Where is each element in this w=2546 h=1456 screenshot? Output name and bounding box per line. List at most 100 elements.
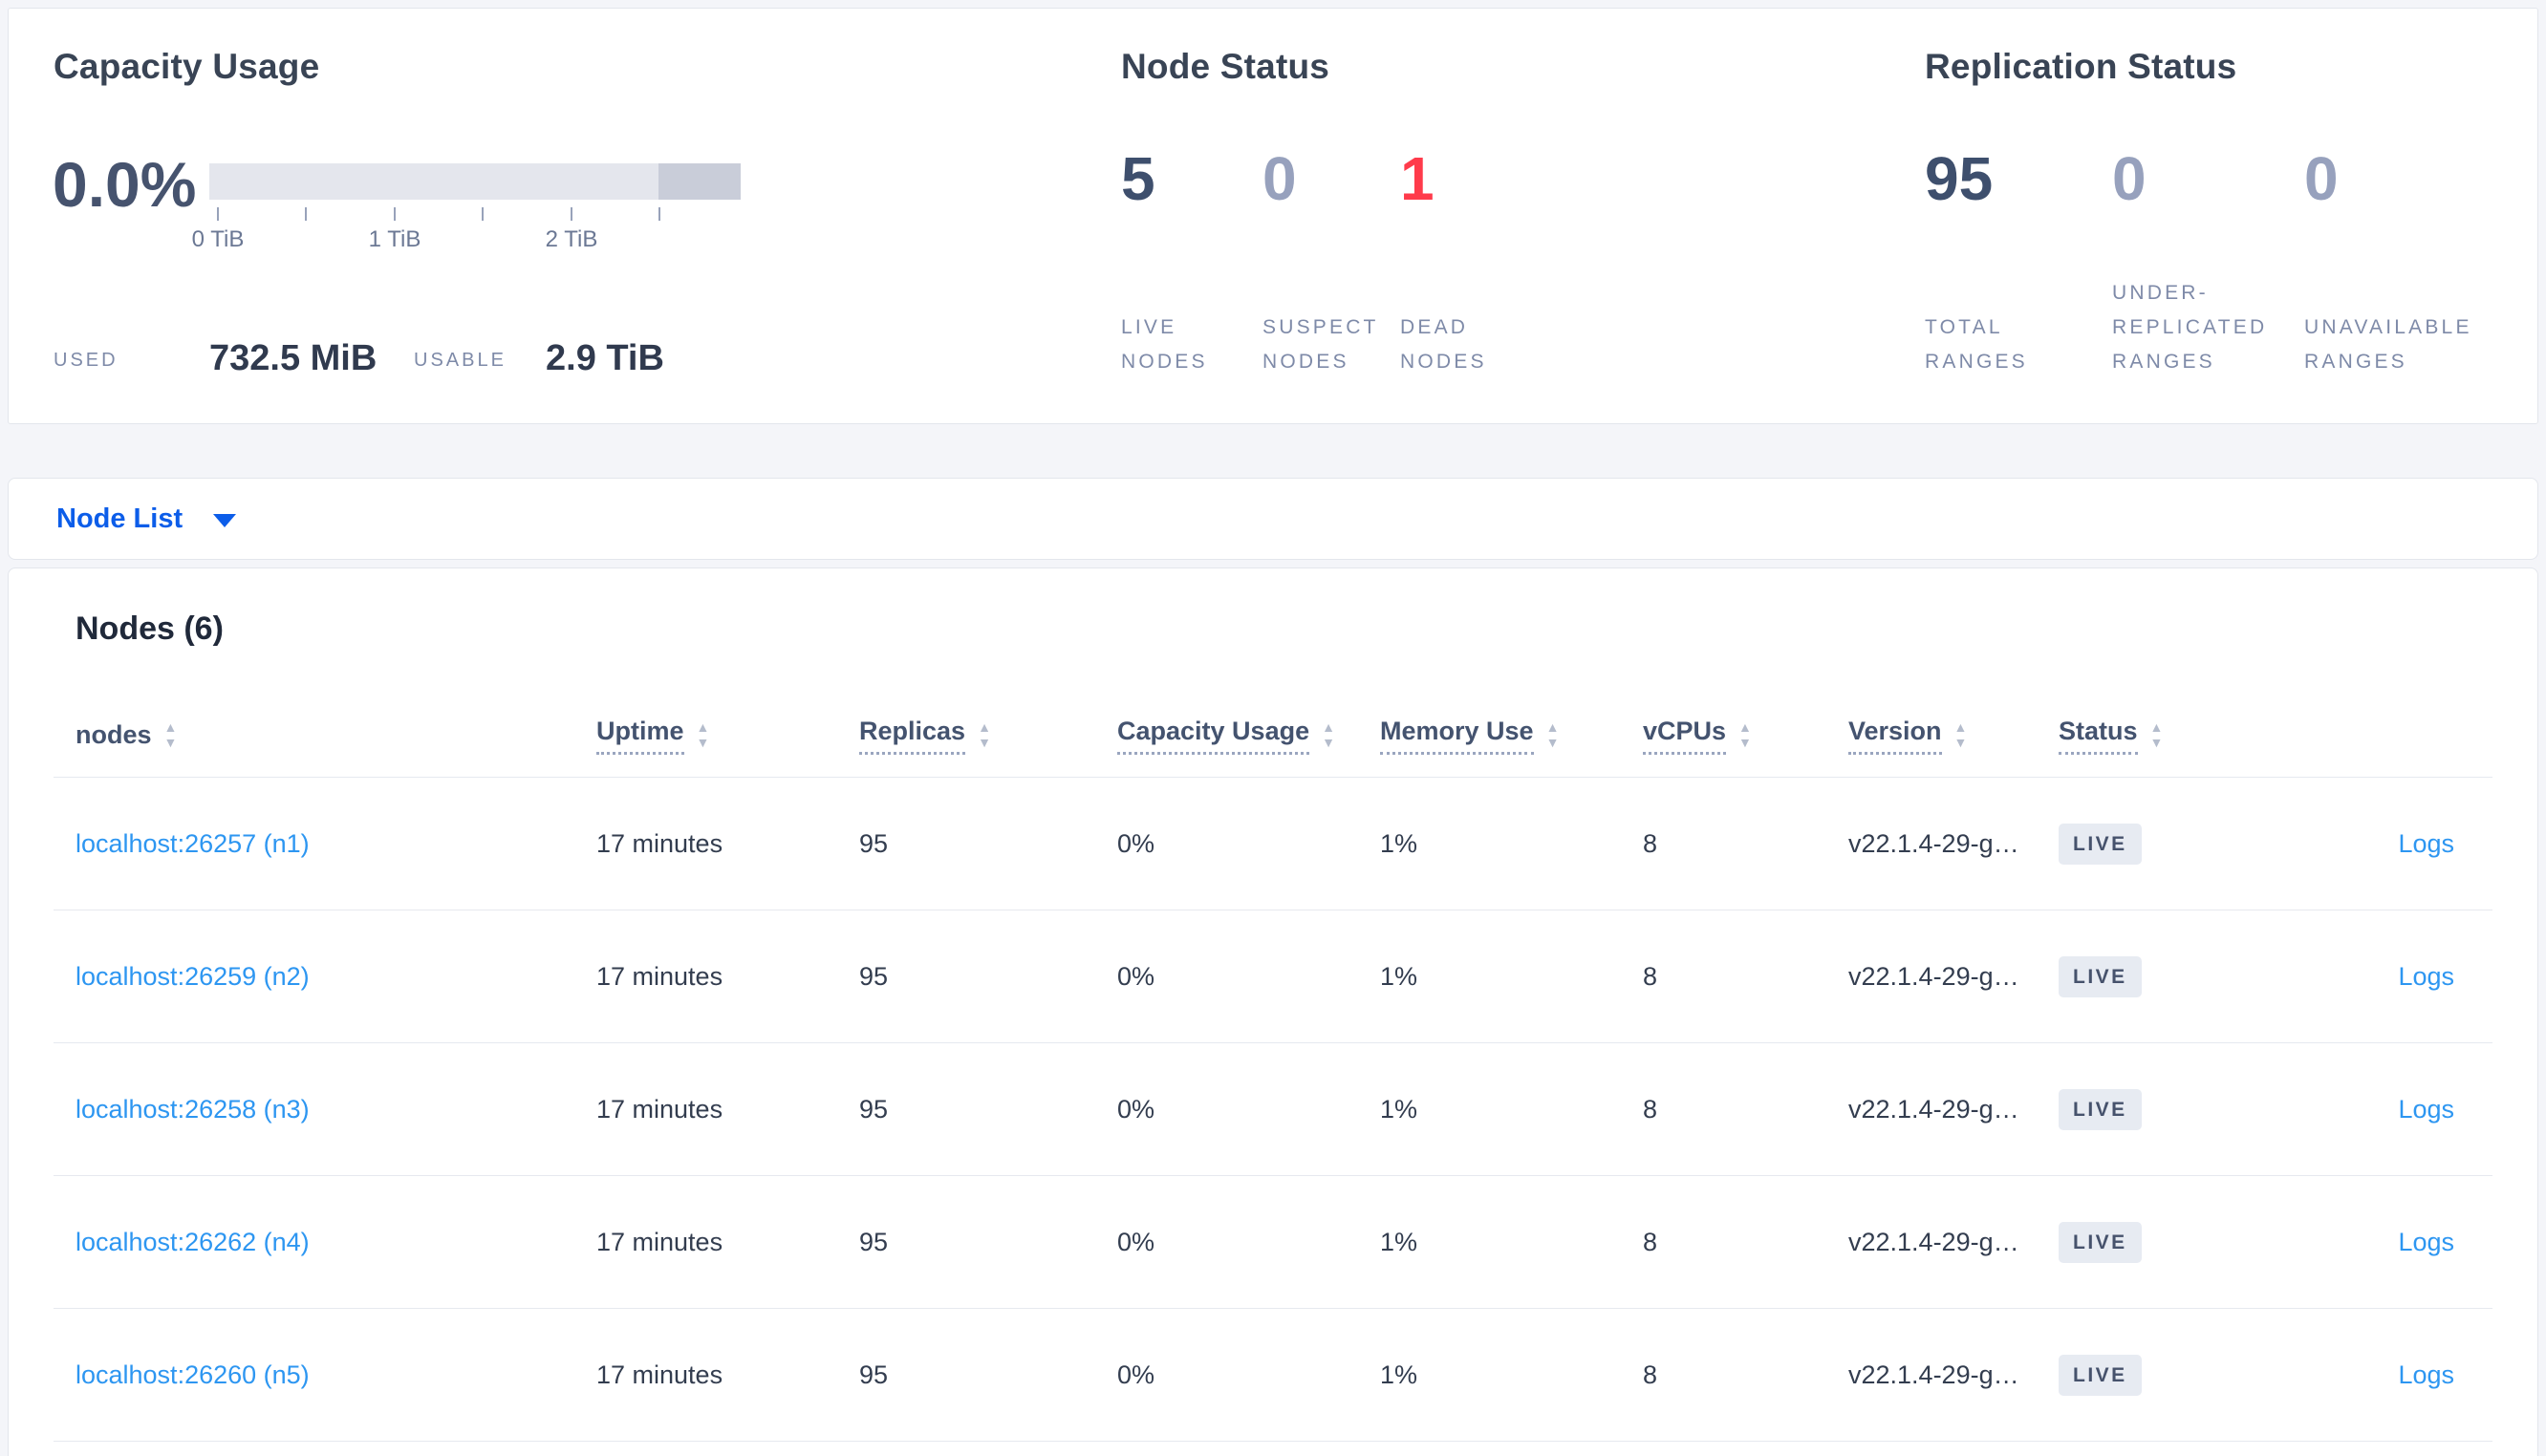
status-cell: LIVE xyxy=(2059,1088,2278,1130)
memory-use-cell: 1% xyxy=(1380,1360,1418,1389)
table-row: localhost:26260 (n5) 17 minutes 95 0% 1%… xyxy=(54,1309,2492,1442)
vcpus-cell: 8 xyxy=(1643,1094,1658,1124)
table-row: localhost:26262 (n4) 17 minutes 95 0% 1%… xyxy=(54,1176,2492,1309)
replication-status-title: Replication Status xyxy=(1925,47,2237,86)
capacity-bar-dark-segment xyxy=(658,163,741,200)
sort-icon: ▲ ▼ xyxy=(696,719,710,750)
usable-label: USABLE xyxy=(414,350,507,371)
column-header-replicas[interactable]: Replicas ▲ ▼ xyxy=(859,717,1117,755)
suspect-nodes-label: SUSPECT NODES xyxy=(1262,315,1379,373)
vcpus-cell: 8 xyxy=(1643,961,1658,991)
column-header-status[interactable]: Status ▲ ▼ xyxy=(2059,717,2278,755)
status-cell: LIVE xyxy=(2059,823,2278,865)
status-cell: LIVE xyxy=(2059,955,2278,997)
replicas-cell: 95 xyxy=(859,1227,889,1256)
capacity-usage-cell: 0% xyxy=(1117,1360,1155,1389)
table-row: localhost:26259 (n2) 17 minutes 95 0% 1%… xyxy=(54,910,2492,1043)
uptime-cell: 17 minutes xyxy=(596,828,723,858)
memory-use-cell: 1% xyxy=(1380,1227,1418,1256)
version-cell: v22.1.4-29-g… xyxy=(1848,1360,2019,1389)
node-address-link[interactable]: localhost:26262 (n4) xyxy=(76,1228,596,1257)
logs-link[interactable]: Logs xyxy=(2278,962,2492,992)
version-cell: v22.1.4-29-g… xyxy=(1848,828,2019,858)
axis-tick-1tib: 1 TiB xyxy=(368,226,421,252)
memory-use-cell: 1% xyxy=(1380,961,1418,991)
replicas-cell: 95 xyxy=(859,1360,889,1389)
capacity-used-percent: 0.0% xyxy=(53,149,197,220)
status-cell: LIVE xyxy=(2059,1354,2278,1396)
sort-icon: ▲ ▼ xyxy=(1738,719,1752,750)
status-badge: LIVE xyxy=(2059,1088,2142,1130)
dead-nodes-label: DEAD NODES xyxy=(1400,315,1487,373)
version-cell: v22.1.4-29-g… xyxy=(1848,1227,2019,1256)
column-header-capacity-usage[interactable]: Capacity Usage ▲ ▼ xyxy=(1117,717,1380,755)
uptime-cell: 17 minutes xyxy=(596,961,723,991)
under-replicated-label: UNDER- REPLICATED RANGES xyxy=(2112,281,2268,373)
column-header-version[interactable]: Version ▲ ▼ xyxy=(1848,717,2059,755)
capacity-usage-cell: 0% xyxy=(1117,1227,1155,1256)
sort-icon: ▲ ▼ xyxy=(978,719,991,750)
suspect-nodes-count: 0 xyxy=(1262,144,1297,213)
nodes-table-header: nodes ▲ ▼ Uptime ▲ ▼ Replicas ▲ ▼ Capacity … xyxy=(54,694,2492,778)
nodes-table-body: localhost:26257 (n1) 17 minutes 95 0% 1%… xyxy=(54,778,2492,1442)
cluster-summary-panel: Capacity Usage 0.0% 0 TiB 1 TiB 2 TiB US… xyxy=(8,8,2538,424)
logs-link[interactable]: Logs xyxy=(2278,1228,2492,1257)
status-badge: LIVE xyxy=(2059,823,2142,865)
status-badge: LIVE xyxy=(2059,1221,2142,1263)
total-ranges-label: TOTAL RANGES xyxy=(1925,315,2028,373)
column-header-nodes[interactable]: nodes ▲ ▼ xyxy=(76,720,596,750)
vcpus-cell: 8 xyxy=(1643,1227,1658,1256)
total-ranges-count: 95 xyxy=(1925,144,1994,213)
live-nodes-label: LIVE NODES xyxy=(1121,315,1208,373)
vcpus-cell: 8 xyxy=(1643,828,1658,858)
uptime-cell: 17 minutes xyxy=(596,1094,723,1124)
uptime-cell: 17 minutes xyxy=(596,1227,723,1256)
node-list-dropdown-label[interactable]: Node List xyxy=(56,503,183,535)
version-cell: v22.1.4-29-g… xyxy=(1848,1094,2019,1124)
view-selector-bar: Node List xyxy=(8,478,2538,560)
node-address-link[interactable]: localhost:26257 (n1) xyxy=(76,829,596,859)
sort-icon: ▲ ▼ xyxy=(163,719,178,750)
used-value: 732.5 MiB xyxy=(209,338,378,378)
column-header-memory-use[interactable]: Memory Use ▲ ▼ xyxy=(1380,717,1643,755)
nodes-panel: Nodes (6) nodes ▲ ▼ Uptime ▲ ▼ Replicas ▲ ▼… xyxy=(8,567,2538,1456)
node-address-link[interactable]: localhost:26258 (n3) xyxy=(76,1095,596,1124)
table-row: localhost:26258 (n3) 17 minutes 95 0% 1%… xyxy=(54,1043,2492,1176)
vcpus-cell: 8 xyxy=(1643,1360,1658,1389)
used-label: USED xyxy=(54,350,119,371)
table-row: localhost:26257 (n1) 17 minutes 95 0% 1%… xyxy=(54,778,2492,910)
logs-link[interactable]: Logs xyxy=(2278,829,2492,859)
node-status-title: Node Status xyxy=(1121,47,1330,86)
node-list-dropdown[interactable]: Node List xyxy=(9,479,2537,559)
chevron-down-icon xyxy=(213,514,237,527)
usable-value: 2.9 TiB xyxy=(546,338,664,378)
dead-nodes-count: 1 xyxy=(1400,144,1435,213)
under-replicated-count: 0 xyxy=(2112,144,2147,213)
capacity-usage-cell: 0% xyxy=(1117,828,1155,858)
capacity-usage-bar xyxy=(209,163,741,200)
column-header-uptime[interactable]: Uptime ▲ ▼ xyxy=(596,717,859,755)
capacity-usage-cell: 0% xyxy=(1117,1094,1155,1124)
unavailable-ranges-label: UNAVAILABLE RANGES xyxy=(2304,315,2472,373)
node-address-link[interactable]: localhost:26260 (n5) xyxy=(76,1360,596,1390)
unavailable-ranges-count: 0 xyxy=(2304,144,2339,213)
nodes-table-title: Nodes (6) xyxy=(76,610,224,647)
column-header-vcpus[interactable]: vCPUs ▲ ▼ xyxy=(1643,717,1848,755)
sort-icon: ▲ ▼ xyxy=(1545,719,1560,750)
axis-tick-0tib: 0 TiB xyxy=(191,226,245,252)
live-nodes-count: 5 xyxy=(1121,144,1155,213)
axis-tick-2tib: 2 TiB xyxy=(545,226,598,252)
capacity-usage-cell: 0% xyxy=(1117,961,1155,991)
status-cell: LIVE xyxy=(2059,1221,2278,1263)
node-address-link[interactable]: localhost:26259 (n2) xyxy=(76,962,596,992)
logs-link[interactable]: Logs xyxy=(2278,1095,2492,1124)
uptime-cell: 17 minutes xyxy=(596,1360,723,1389)
replicas-cell: 95 xyxy=(859,828,889,858)
sort-icon: ▲ ▼ xyxy=(2149,719,2164,750)
version-cell: v22.1.4-29-g… xyxy=(1848,961,2019,991)
status-badge: LIVE xyxy=(2059,955,2142,997)
replicas-cell: 95 xyxy=(859,1094,889,1124)
sort-icon: ▲ ▼ xyxy=(1322,719,1335,750)
logs-link[interactable]: Logs xyxy=(2278,1360,2492,1390)
sort-icon: ▲ ▼ xyxy=(1953,719,1968,750)
